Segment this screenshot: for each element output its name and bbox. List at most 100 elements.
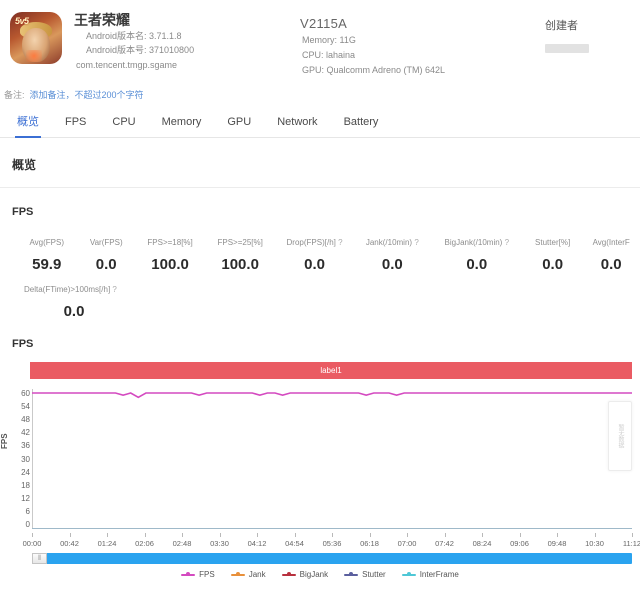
chart-tooltip-text: 暂无数据 xyxy=(617,424,623,448)
chart-label-band-text: label1 xyxy=(320,366,342,375)
legend-item[interactable]: InterFrame xyxy=(401,570,459,579)
x-axis-tick-mark xyxy=(32,533,33,537)
tab-network[interactable]: Network xyxy=(264,108,330,138)
app-meta: 王者荣耀 Android版本名: 3.71.1.8 Android版本号: 37… xyxy=(74,10,194,86)
app-info-block: 5v5 王者荣耀 Android版本名: 3.71.1.8 Android版本号… xyxy=(10,10,300,86)
creator-label: 创建者 xyxy=(545,20,578,32)
help-icon[interactable]: ? xyxy=(112,285,116,294)
x-axis-tick: 03:30 xyxy=(210,539,229,548)
metric-label: Avg(InterF xyxy=(592,238,630,247)
metric-bigjank: BigJank(/10min) ? 0.0 xyxy=(431,230,523,277)
x-axis-tick: 00:00 xyxy=(22,539,42,548)
device-gpu: GPU: Qualcomm Adreno (TM) 642L xyxy=(302,65,446,75)
metric-value: 0.0 xyxy=(466,256,488,273)
y-axis-tick: 48 xyxy=(21,415,30,425)
fps-metrics-row-1: Avg(FPS) 59.9 Var(FPS) 0.0 FPS>=18[%] 10… xyxy=(0,230,640,277)
fps-metrics: Avg(FPS) 59.9 Var(FPS) 0.0 FPS>=18[%] 10… xyxy=(0,224,640,324)
x-axis-tick-mark xyxy=(219,533,221,537)
legend-item[interactable]: BigJank xyxy=(281,570,329,579)
y-axis-tick: 30 xyxy=(21,454,30,464)
y-axis-tick: 0 xyxy=(25,520,30,529)
metric-value: 0.0 xyxy=(95,256,117,273)
metric-value: 0.0 xyxy=(600,256,622,273)
x-axis-tick: 10:30 xyxy=(585,539,604,548)
remark-label: 备注: xyxy=(4,90,25,100)
metric-label: Drop(FPS)[/h] ? xyxy=(286,238,343,247)
legend-label: FPS xyxy=(199,570,215,579)
legend-color-swatch xyxy=(181,572,196,576)
x-axis-tick: 07:00 xyxy=(397,539,417,548)
legend-item[interactable]: Jank xyxy=(230,570,266,579)
fps-block-title: FPS xyxy=(12,206,34,218)
metric-value: 0.0 xyxy=(63,303,85,320)
x-axis-tick: 07:42 xyxy=(435,539,454,548)
device-cpu: CPU: lahaina xyxy=(302,50,356,60)
metric-drop-fps: Drop(FPS)[/h] ? 0.0 xyxy=(275,230,354,277)
chart-legend: FPS Jank BigJank Stutter InterFrame xyxy=(0,570,640,579)
metric-delta-ftime: Delta(FTime)>100ms[/h] ? 0.0 xyxy=(24,277,154,324)
y-axis-tick: 54 xyxy=(21,402,30,412)
help-icon[interactable]: ? xyxy=(414,238,418,247)
x-axis-tick: 08:24 xyxy=(472,539,492,548)
x-axis-tick-mark xyxy=(407,533,408,537)
tab-gpu[interactable]: GPU xyxy=(214,108,264,138)
legend-label: InterFrame xyxy=(419,570,459,579)
metric-value: 59.9 xyxy=(32,256,62,273)
metric-label: Avg(FPS) xyxy=(29,238,64,247)
tab-fps[interactable]: FPS xyxy=(52,108,99,138)
app-version-code: Android版本号: 371010800 xyxy=(86,45,195,55)
metric-fps-ge-25: FPS>=25[%] 100.0 xyxy=(205,230,275,277)
metric-label: BigJank(/10min) ? xyxy=(444,238,510,247)
x-axis-tick-mark xyxy=(107,533,108,537)
y-axis-tick: 36 xyxy=(21,441,30,451)
chart-tooltip: 暂无数据 xyxy=(608,401,632,471)
x-axis-tick-mark xyxy=(69,533,71,537)
icon-spark-shape xyxy=(26,50,42,62)
legend-label: Jank xyxy=(248,570,266,579)
x-axis-line xyxy=(32,528,632,529)
remark-input-placeholder[interactable]: 添加备注，不超过200个字符 xyxy=(30,88,144,101)
tab-overview[interactable]: 概览 xyxy=(4,108,52,138)
legend-color-swatch xyxy=(401,572,416,576)
x-axis-tick: 11:12 xyxy=(622,539,640,548)
x-axis-tick-mark xyxy=(332,533,333,537)
help-icon[interactable]: ? xyxy=(338,238,342,247)
tab-battery[interactable]: Battery xyxy=(331,108,392,138)
chart-series-line xyxy=(32,393,632,397)
x-axis-tick-mark xyxy=(182,533,183,537)
y-axis-tick: 6 xyxy=(25,506,30,516)
metric-value: 100.0 xyxy=(221,256,259,273)
creator-value-redacted xyxy=(545,44,589,53)
fps-metrics-row-2: Delta(FTime)>100ms[/h] ? 0.0 xyxy=(0,277,640,324)
x-axis-tick-mark xyxy=(444,533,446,537)
metric-avg-fps: Avg(FPS) 59.9 xyxy=(16,230,77,277)
chart-plot-area[interactable]: FPS 60 54 48 42 36 30 24 18 12 6 0 暂无数据 xyxy=(0,389,640,537)
metric-value: 100.0 xyxy=(151,256,189,273)
icon-5v5-badge: 5v5 xyxy=(15,16,29,26)
x-axis-tick: 00:42 xyxy=(60,539,79,548)
chart-label-band[interactable]: label1 xyxy=(30,362,632,379)
help-icon[interactable]: ? xyxy=(505,238,509,247)
x-axis-tick-mark xyxy=(594,533,596,537)
chart-title: FPS xyxy=(12,338,34,350)
page-title: 概览 xyxy=(12,158,37,172)
metric-value: 0.0 xyxy=(542,256,564,273)
tab-cpu[interactable]: CPU xyxy=(99,108,148,138)
chart-range-scrollbar[interactable]: ⦀ xyxy=(32,553,632,564)
metric-avg-interframe: Avg(InterF 0.0 xyxy=(582,230,640,277)
chart-scroll-grip[interactable]: ⦀ xyxy=(32,553,47,564)
legend-item[interactable]: Stutter xyxy=(344,570,386,579)
x-axis-tick-mark xyxy=(294,533,296,537)
metric-label: FPS>=25[%] xyxy=(217,238,263,247)
legend-item[interactable]: FPS xyxy=(181,570,215,579)
y-axis-tick: 18 xyxy=(21,480,30,490)
x-axis-tick: 05:36 xyxy=(322,539,342,548)
tab-memory[interactable]: Memory xyxy=(149,108,215,138)
x-axis-tick-mark xyxy=(257,533,258,537)
x-axis-tick: 02:48 xyxy=(172,539,192,548)
y-axis-tick: 12 xyxy=(21,493,30,503)
y-axis-tick: 24 xyxy=(21,467,30,477)
x-axis-tick: 04:54 xyxy=(285,539,304,548)
app-title: 王者荣耀 xyxy=(74,12,130,28)
legend-label: BigJank xyxy=(299,570,329,579)
